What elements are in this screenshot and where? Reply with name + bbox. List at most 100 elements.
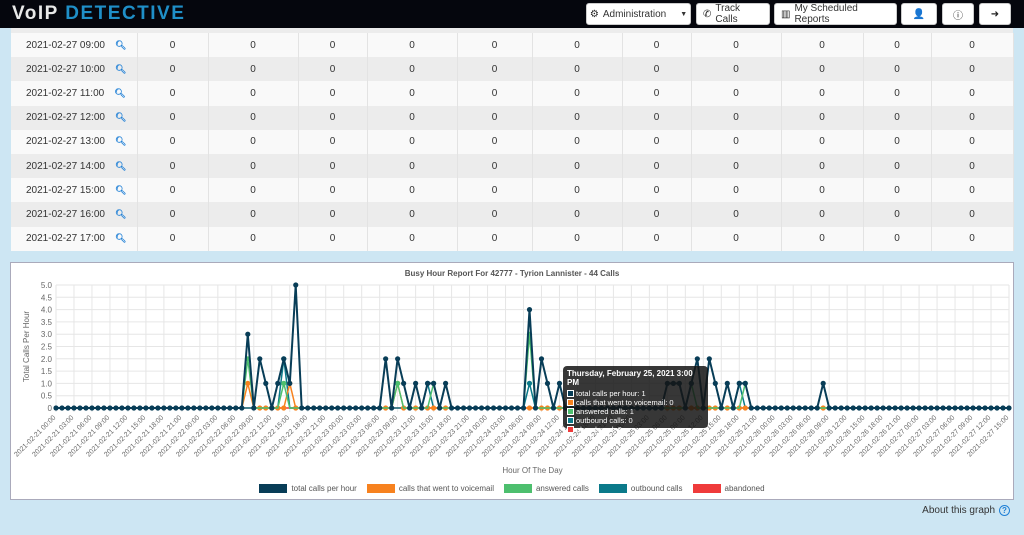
search-icon[interactable]: 🔍︎ (115, 40, 126, 50)
table-cell: 0 (457, 81, 533, 106)
data-point (257, 356, 263, 362)
tooltip-label: answered calls: 1 (576, 407, 634, 416)
table-cell: 0 (137, 178, 209, 203)
table-cell: 0 (298, 81, 368, 106)
tooltip-row: calls that went to voicemail: 0 (567, 398, 704, 407)
data-point (994, 405, 1000, 411)
legend-item[interactable]: calls that went to voicemail (366, 484, 494, 493)
table-cell: 0 (691, 202, 782, 227)
data-point (245, 380, 251, 386)
data-point (191, 405, 197, 411)
data-point (173, 405, 179, 411)
data-point (454, 405, 461, 411)
user-settings-icon: 👤 (912, 8, 926, 20)
row-date: 2021-02-27 13:00 🔍︎ (11, 129, 138, 154)
table-cell: 0 (931, 105, 1014, 130)
search-icon[interactable]: 🔍︎ (115, 64, 126, 74)
data-point (460, 405, 467, 411)
data-point (808, 405, 814, 411)
search-icon[interactable]: 🔍︎ (115, 233, 126, 243)
data-point (520, 405, 527, 411)
tooltip-row: total calls per hour: 1 (567, 389, 704, 398)
table-cell: 0 (622, 178, 692, 203)
data-point (389, 405, 395, 411)
data-point (329, 405, 335, 411)
y-tick-label: 1.5 (41, 367, 53, 376)
logo-text-voip: VoIP (12, 3, 59, 24)
table-row: 2021-02-27 09:00 🔍︎ 0 0 0 0 0 0 0 0 0 0 0 (11, 33, 1014, 58)
table-cell: 0 (931, 202, 1014, 227)
date-text: 2021-02-27 17:00 (26, 233, 105, 245)
search-icon[interactable]: 🔍︎ (115, 161, 126, 171)
help-icon: ⓘ (953, 10, 963, 22)
table-cell: 0 (208, 153, 299, 179)
data-point (263, 380, 269, 386)
table-cell: 0 (691, 153, 782, 179)
table-cell: 0 (367, 81, 458, 106)
table-cell: 0 (457, 57, 533, 82)
y-tick-label: 3.5 (41, 318, 53, 327)
data-point (796, 405, 802, 411)
data-point (802, 405, 808, 411)
date-text: 2021-02-27 09:00 (26, 39, 105, 51)
logout-icon: ➜ (990, 8, 1000, 20)
track-calls-button[interactable]: ✆ Track Calls (696, 3, 770, 25)
data-point (976, 405, 982, 411)
chart-legend: total calls per hour calls that went to v… (11, 484, 1013, 493)
caret-down-icon: ▼ (680, 10, 688, 18)
administration-label: Administration (602, 8, 667, 20)
table-cell: 0 (298, 57, 368, 82)
table-cell: 0 (367, 226, 458, 251)
search-icon[interactable]: 🔍︎ (115, 185, 126, 195)
data-point (766, 405, 772, 411)
search-icon[interactable]: 🔍︎ (115, 112, 126, 122)
data-point (940, 405, 946, 411)
data-point (1000, 405, 1006, 411)
legend-item[interactable]: answered calls (503, 484, 589, 493)
legend-item[interactable]: outbound calls (598, 484, 683, 493)
y-tick-label: 0.5 (41, 392, 53, 401)
data-point (928, 405, 934, 411)
data-point (934, 405, 940, 411)
y-tick-label: 2.5 (41, 343, 53, 352)
table-row: 2021-02-27 16:00 🔍︎ 0 0 0 0 0 0 0 0 0 0 0 (11, 202, 1014, 227)
table-cell: 0 (367, 57, 458, 82)
table-cell: 0 (781, 178, 864, 203)
data-point (77, 405, 83, 411)
search-icon[interactable]: 🔍︎ (114, 88, 125, 98)
tooltip-title: Thursday, February 25, 2021 3:00 PM (567, 369, 693, 387)
data-point (754, 405, 760, 411)
table-cell: 0 (137, 202, 209, 227)
table-cell: 0 (298, 129, 368, 154)
about-graph-link[interactable]: About this graph ? (922, 505, 1010, 516)
legend-item[interactable]: abandoned (692, 484, 765, 493)
cogs-icon: ⚙ (589, 8, 599, 20)
table-cell: 0 (367, 105, 458, 130)
help-button[interactable]: ⓘ (942, 3, 974, 25)
data-point (544, 380, 551, 386)
legend-item[interactable]: total calls per hour (259, 484, 357, 493)
table-cell: 0 (208, 57, 299, 82)
data-point (706, 356, 712, 362)
search-icon[interactable]: 🔍︎ (115, 136, 126, 146)
data-point (868, 405, 874, 411)
table-cell: 0 (863, 33, 932, 58)
logout-button[interactable]: ➜ (979, 3, 1011, 25)
data-point (844, 405, 850, 411)
table-cell: 0 (298, 202, 368, 227)
table-row: 2021-02-27 13:00 🔍︎ 0 0 0 0 0 0 0 0 0 0 0 (11, 129, 1014, 154)
data-point (1006, 405, 1012, 411)
user-settings-button[interactable]: 👤 (901, 3, 937, 25)
administration-dropdown[interactable]: ⚙ Administration ▼ (586, 3, 691, 25)
search-icon[interactable]: 🔍︎ (115, 209, 126, 219)
table-cell: 0 (137, 57, 209, 82)
table-cell: 0 (137, 153, 209, 179)
logo[interactable]: VoIP DETECTIVE (12, 3, 185, 25)
table-cell: 0 (137, 81, 209, 106)
data-point (215, 405, 221, 411)
scheduled-reports-button[interactable]: ▥ My Scheduled Reports (774, 3, 897, 25)
question-circle-icon: ? (999, 505, 1010, 516)
table-cell: 0 (298, 33, 368, 58)
table-cell: 0 (691, 105, 782, 130)
data-point (137, 405, 143, 411)
